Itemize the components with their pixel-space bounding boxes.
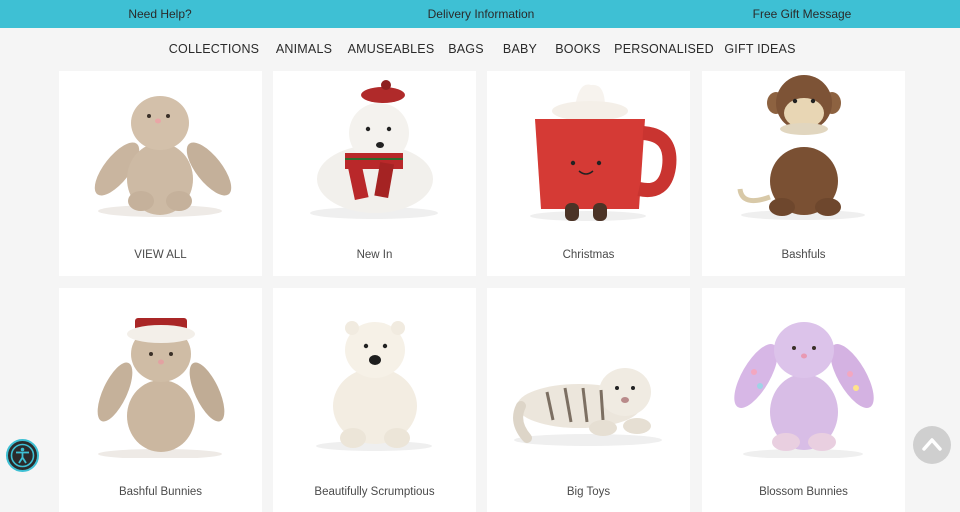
nav-books[interactable]: BOOKS — [555, 28, 600, 70]
utility-bar: Need Help? Delivery Information Free Gif… — [0, 0, 960, 28]
category-label: Christmas — [562, 249, 615, 261]
category-label: Blossom Bunnies — [759, 486, 848, 498]
back-to-top-button[interactable] — [913, 426, 951, 464]
category-card-new-in[interactable]: New In — [273, 71, 476, 276]
category-card-view-all[interactable]: VIEW ALL — [59, 71, 262, 276]
nav-baby[interactable]: BABY — [503, 28, 537, 70]
nav-animals[interactable]: ANIMALS — [276, 28, 332, 70]
nav-personalised[interactable]: PERSONALISED — [614, 28, 714, 70]
nav-amuseables[interactable]: AMUSEABLES — [348, 28, 435, 70]
accessibility-button[interactable] — [6, 439, 39, 472]
category-card-christmas[interactable]: Christmas — [487, 71, 690, 276]
category-label: Bashful Bunnies — [118, 486, 203, 498]
category-card-bashfuls[interactable]: Bashfuls — [702, 71, 905, 276]
category-label: Beautifully Scrumptious — [314, 486, 435, 498]
nav-bags[interactable]: BAGS — [448, 28, 484, 70]
nav-gift-ideas[interactable]: GIFT IDEAS — [724, 28, 795, 70]
delivery-information-link[interactable]: Delivery Information — [428, 0, 535, 28]
bashful-bunny-image — [94, 96, 232, 217]
blossom-bunny-image — [734, 322, 874, 458]
category-card-beautifully-scrumptious[interactable]: Beautifully Scrumptious — [273, 288, 476, 512]
nav-collections[interactable]: COLLECTIONS — [169, 28, 259, 70]
polar-bear-image — [316, 321, 432, 451]
hot-chocolate-mug-image — [530, 84, 677, 221]
need-help-link[interactable]: Need Help? — [128, 0, 191, 28]
category-card-big-toys[interactable]: Big Toys — [487, 288, 690, 512]
snow-tiger-image — [513, 368, 662, 446]
category-label: New In — [356, 249, 393, 261]
christmas-bunny-image — [97, 318, 225, 458]
free-gift-message-link[interactable]: Free Gift Message — [753, 0, 852, 28]
category-label: Big Toys — [566, 486, 611, 498]
accessibility-icon — [10, 443, 35, 468]
monkey-image — [737, 75, 865, 220]
scottie-dog-image — [310, 80, 438, 219]
category-label: Bashfuls — [781, 249, 826, 261]
main-navigation: COLLECTIONS ANIMALS AMUSEABLES BAGS BABY… — [0, 28, 960, 70]
category-label: VIEW ALL — [134, 249, 187, 261]
category-card-bashful-bunnies[interactable]: Bashful Bunnies — [59, 288, 262, 512]
category-card-blossom-bunnies[interactable]: Blossom Bunnies — [702, 288, 905, 512]
chevron-up-icon — [922, 438, 942, 451]
